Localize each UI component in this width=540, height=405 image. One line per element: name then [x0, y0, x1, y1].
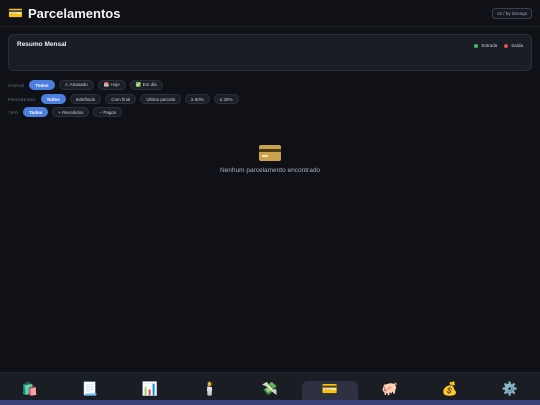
progress-chip-gte-60[interactable]: ≥ 60% [185, 94, 210, 104]
legend-label: Entrada [481, 43, 498, 48]
header: 💳 Parcelamentos v2 / by Zenaqa [0, 0, 540, 26]
credit-card-icon: 💳 [8, 6, 23, 20]
empty-state-message: Nenhum parcelamento encontrado [219, 167, 321, 174]
progress-chip-ultima-parcela[interactable]: Última parcela [140, 94, 182, 104]
progress-chip-com-final[interactable]: Com final [105, 94, 137, 104]
type-chip-recebidos[interactable]: + Recebidos [52, 107, 90, 117]
progress-filter-row: PROGRESSO Todos Indefinido Com final Últ… [8, 94, 239, 104]
empty-state: Nenhum parcelamento encontrado [0, 145, 540, 174]
type-filter-row: TIPO Todos + Recebidos − Pagos [8, 107, 123, 117]
entrada-dot-icon [474, 43, 479, 48]
status-chip-atrasado[interactable]: ⚠ Atrasado [58, 80, 94, 90]
bottom-accent-bar [0, 400, 540, 405]
type-chip-todos[interactable]: Todos [23, 107, 49, 117]
status-filter-label: STATUS [8, 82, 25, 88]
status-chip-em-dia[interactable]: ✅ Em dia [129, 80, 163, 90]
money-wings-icon: 💸 [261, 381, 279, 396]
credit-card-icon: 💳 [321, 381, 339, 396]
legend-label: Saída [511, 43, 523, 48]
gear-icon: ⚙️ [501, 381, 519, 396]
progress-chip-lte-30[interactable]: ≤ 30% [213, 94, 239, 104]
piggy-bank-icon: 🐖 [381, 381, 399, 396]
version-badge: v2 / by Zenaqa [492, 7, 532, 19]
shopping-bags-icon: 🛍️ [21, 381, 39, 396]
type-filter-label: TIPO [8, 109, 19, 115]
summary-title: Resumo Mensal [17, 41, 67, 48]
credit-card-icon [259, 145, 281, 161]
money-bag-icon: 💰 [441, 381, 459, 396]
page-title: Parcelamentos [27, 5, 121, 21]
summary-legend: Entrada Saída [474, 43, 523, 48]
monthly-summary-card: Resumo Mensal Entrada Saída [8, 34, 532, 71]
progress-chip-todos[interactable]: Todos [40, 94, 66, 104]
bar-chart-icon: 📊 [141, 381, 159, 396]
status-chip-hoje[interactable]: 📅 Hoje [97, 80, 126, 90]
legend-item-entrada: Entrada [474, 43, 497, 48]
status-filter-row: STATUS Todos ⚠ Atrasado 📅 Hoje ✅ Em dia [8, 80, 163, 90]
legend-item-saida: Saída [504, 43, 523, 48]
progress-chip-indefinido[interactable]: Indefinido [69, 94, 102, 104]
saida-dot-icon [504, 43, 509, 48]
header-divider [0, 26, 540, 27]
progress-filter-label: PROGRESSO [8, 96, 36, 102]
candle-icon: 🕯️ [201, 381, 219, 396]
type-chip-pagos[interactable]: − Pagos [93, 107, 123, 117]
document-icon: 📃 [81, 381, 99, 396]
status-chip-todos[interactable]: Todos [29, 80, 55, 90]
page-title-group: 💳 Parcelamentos [8, 6, 120, 21]
